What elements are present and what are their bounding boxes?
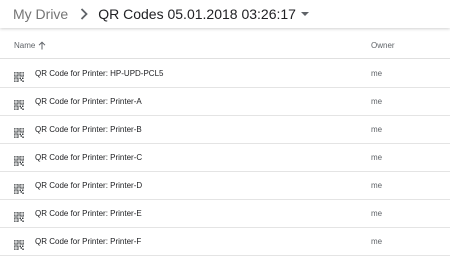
file-row[interactable]: QR Code for Printer: HP-UPD-PCL5 me	[0, 60, 450, 88]
qr-code-icon	[13, 181, 25, 195]
file-row[interactable]: QR Code for Printer: Printer-E me	[0, 200, 450, 228]
file-row[interactable]: QR Code for Printer: Printer-D me	[0, 172, 450, 200]
column-header-owner[interactable]: Owner	[371, 41, 395, 50]
column-header-row: Name Owner	[0, 32, 450, 59]
caret-down-icon	[300, 12, 309, 16]
arrow-up-icon	[38, 40, 46, 50]
file-owner: me	[371, 181, 383, 190]
file-row[interactable]: QR Code for Printer: Printer-A me	[0, 88, 450, 116]
breadcrumb-my-drive[interactable]: My Drive	[13, 6, 68, 22]
file-owner: me	[371, 153, 383, 162]
drive-folder-view: My Drive QR Codes 05.01.2018 03:26:17 Na…	[0, 0, 450, 268]
file-row[interactable]: QR Code for Printer: Printer-F me	[0, 228, 450, 256]
file-row[interactable]: QR Code for Printer: Printer-C me	[0, 144, 450, 172]
file-name: QR Code for Printer: Printer-B	[35, 125, 142, 134]
file-name: QR Code for Printer: HP-UPD-PCL5	[35, 69, 164, 78]
qr-code-icon	[13, 153, 25, 167]
file-owner: me	[371, 237, 383, 246]
file-list: QR Code for Printer: HP-UPD-PCL5 me QR C…	[0, 60, 450, 256]
qr-code-icon	[13, 125, 25, 139]
file-name: QR Code for Printer: Printer-C	[35, 153, 143, 162]
breadcrumb-current-folder[interactable]: QR Codes 05.01.2018 03:26:17	[98, 6, 309, 22]
file-owner: me	[371, 125, 383, 134]
qr-code-icon	[13, 209, 25, 223]
file-owner: me	[371, 69, 383, 78]
file-name: QR Code for Printer: Printer-D	[35, 181, 143, 190]
qr-code-icon	[13, 69, 25, 83]
breadcrumb: My Drive QR Codes 05.01.2018 03:26:17	[0, 0, 450, 28]
file-name: QR Code for Printer: Printer-F	[35, 237, 142, 246]
current-folder-label: QR Codes 05.01.2018 03:26:17	[98, 6, 296, 22]
file-owner: me	[371, 97, 383, 106]
file-owner: me	[371, 209, 383, 218]
chevron-right-icon	[78, 7, 90, 21]
file-row[interactable]: QR Code for Printer: Printer-B me	[0, 116, 450, 144]
file-name: QR Code for Printer: Printer-E	[35, 209, 142, 218]
qr-code-icon	[13, 97, 25, 111]
column-name-label: Name	[14, 40, 36, 50]
column-header-name[interactable]: Name	[14, 41, 46, 50]
file-name: QR Code for Printer: Printer-A	[35, 97, 142, 106]
qr-code-icon	[13, 237, 25, 251]
